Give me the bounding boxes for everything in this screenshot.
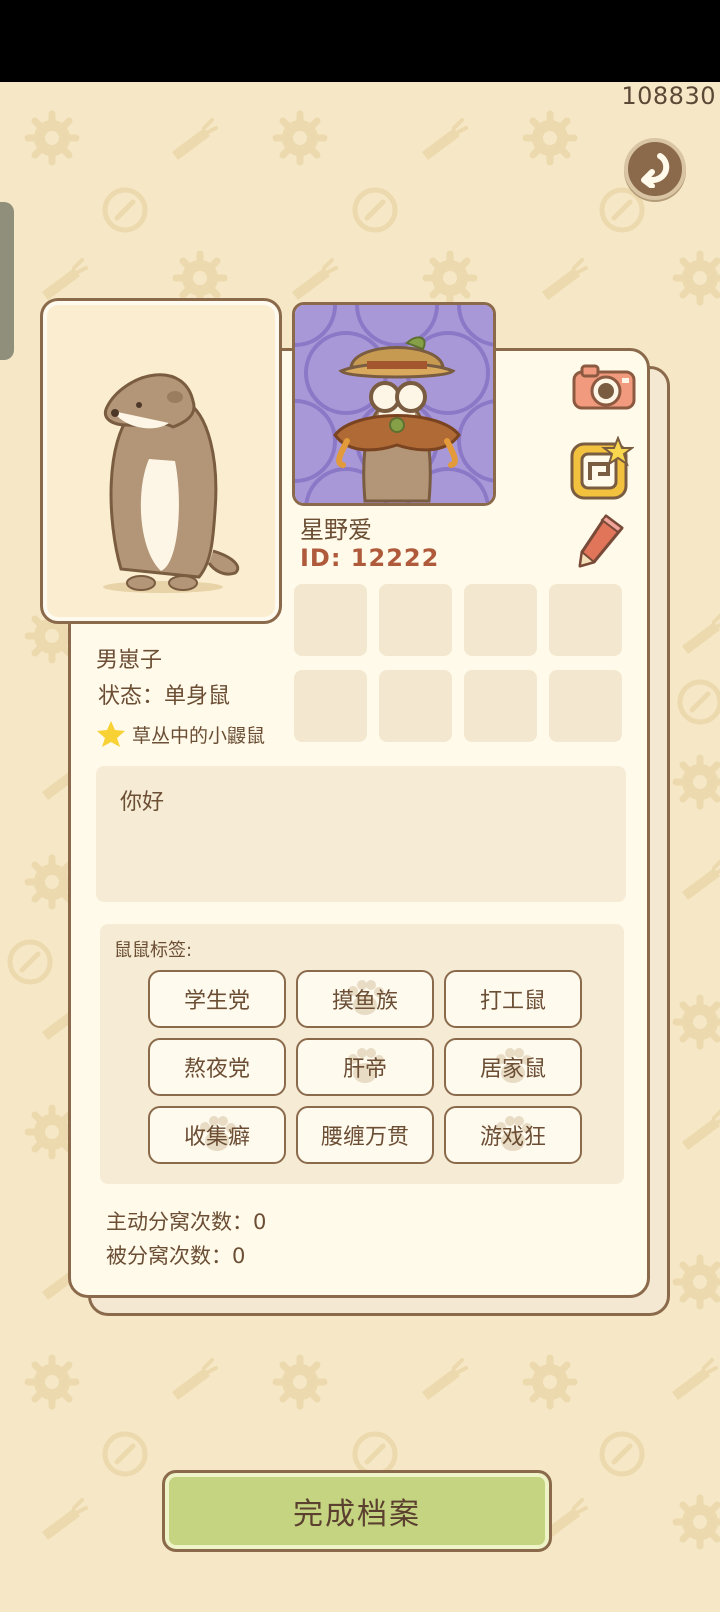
tag-button[interactable]: 收集癖 <box>148 1106 286 1164</box>
tag-label: 游戏狂 <box>479 1125 546 1150</box>
tag-button[interactable]: 摸鱼族 <box>296 970 434 1028</box>
pencil-icon <box>578 514 624 568</box>
side-drawer-handle[interactable] <box>0 202 14 360</box>
tag-button[interactable]: 居家鼠 <box>444 1038 582 1096</box>
badge-slot[interactable] <box>549 670 622 742</box>
active-split-count: 主动分窝次数：0 <box>106 1210 267 1234</box>
tag-label: 打工鼠 <box>479 989 546 1014</box>
tags-label: 鼠鼠标签: <box>114 940 193 961</box>
otter-character <box>103 373 240 593</box>
tag-button[interactable]: 腰缠万贯 <box>296 1106 434 1164</box>
badge-slot[interactable] <box>379 670 452 742</box>
nickname: 星野爱 <box>300 516 372 544</box>
character-portrait[interactable] <box>40 298 282 624</box>
badge-slot[interactable] <box>294 584 367 656</box>
status-counter: 108830 <box>621 82 716 110</box>
title-text: 草丛中的小鼹鼠 <box>132 724 266 747</box>
relationship-status: 状态：单身鼠 <box>98 684 231 709</box>
bio-box[interactable]: 你好 <box>96 766 626 902</box>
tag-label: 摸鱼族 <box>331 989 398 1014</box>
tag-label: 熬夜党 <box>183 1057 250 1082</box>
back-button[interactable] <box>624 138 686 200</box>
frame-button[interactable] <box>568 435 635 502</box>
tag-button[interactable]: 游戏狂 <box>444 1106 582 1164</box>
outfit-preview[interactable] <box>292 302 496 506</box>
badge-slot[interactable] <box>549 584 622 656</box>
edit-button[interactable] <box>576 512 626 570</box>
dressed-character <box>295 305 493 503</box>
badge-slot[interactable] <box>379 584 452 656</box>
finish-profile-button[interactable]: 完成档案 <box>162 1470 552 1552</box>
title-row: 草丛中的小鼹鼠 <box>96 720 265 748</box>
tag-label: 腰缠万贯 <box>320 1125 409 1150</box>
tags-section: 鼠鼠标签: 学生党 摸鱼族 打工鼠熬夜党 肝帝 居家鼠收集癖 腰缠万贯 游戏狂 <box>100 924 624 1184</box>
star-icon <box>97 721 125 747</box>
tag-label: 收集癖 <box>183 1125 250 1150</box>
tag-button[interactable]: 学生党 <box>148 970 286 1028</box>
tag-button[interactable]: 肝帝 <box>296 1038 434 1096</box>
badge-grid <box>294 584 624 742</box>
bio-text: 你好 <box>120 790 165 815</box>
star-frame-icon <box>570 435 635 500</box>
camera-button[interactable] <box>572 360 636 416</box>
tag-label: 学生党 <box>183 989 250 1014</box>
passive-split-count: 被分窝次数：0 <box>106 1244 246 1268</box>
badge-slot[interactable] <box>464 584 537 656</box>
gender-text: 男崽子 <box>96 648 163 673</box>
tag-button[interactable]: 打工鼠 <box>444 970 582 1028</box>
badge-slot[interactable] <box>294 670 367 742</box>
tag-label: 居家鼠 <box>479 1057 546 1082</box>
tags-grid: 学生党 摸鱼族 打工鼠熬夜党 肝帝 居家鼠收集癖 腰缠万贯 游戏狂 <box>148 970 584 1164</box>
badge-slot[interactable] <box>464 670 537 742</box>
tag-button[interactable]: 熬夜党 <box>148 1038 286 1096</box>
status-bar <box>0 0 720 82</box>
tag-label: 肝帝 <box>342 1057 387 1082</box>
user-id: ID: 12222 <box>300 544 440 572</box>
camera-icon <box>572 364 636 410</box>
back-arrow-icon <box>641 153 670 188</box>
